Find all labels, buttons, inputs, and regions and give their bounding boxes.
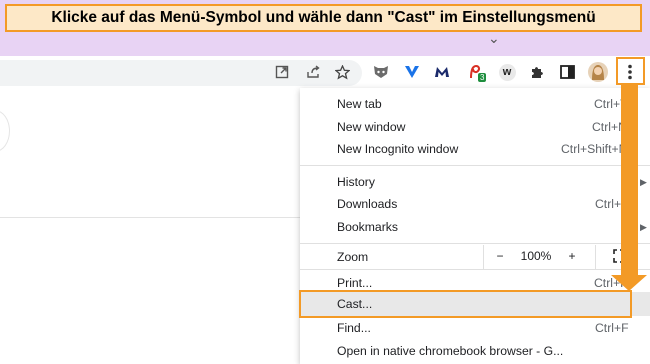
menu-divider: [300, 269, 650, 270]
cast-callout-box: [299, 290, 632, 318]
instruction-banner: Klicke auf das Menü-Symbol und wähle dan…: [5, 4, 642, 32]
ext-w-icon[interactable]: w: [497, 62, 517, 82]
zoom-level: 100%: [520, 249, 552, 263]
ext-fox-icon[interactable]: [371, 62, 391, 82]
side-panel-icon[interactable]: [557, 62, 577, 82]
ext-m-icon[interactable]: [432, 62, 452, 82]
extensions-puzzle-icon[interactable]: [527, 62, 547, 82]
browser-toolbar: 3 w: [0, 56, 650, 91]
page-content: [0, 90, 300, 364]
menu-item-new-incognito[interactable]: New Incognito window Ctrl+Shift+N: [300, 138, 650, 160]
zoom-out-button[interactable]: −: [490, 245, 510, 267]
callout-arrow-shaft: [621, 85, 638, 275]
callout-arrow-head: [611, 275, 647, 291]
ext-pdf-icon[interactable]: 3: [466, 62, 487, 82]
chevron-down-icon[interactable]: ⌄: [488, 30, 500, 47]
bookmark-star-icon[interactable]: [332, 62, 352, 82]
share-icon[interactable]: [303, 62, 323, 82]
chevron-right-icon: ▶: [640, 176, 647, 187]
kebab-callout-box: [616, 57, 645, 85]
menu-item-find[interactable]: Find... Ctrl+F: [300, 317, 650, 339]
chevron-right-icon: ▶: [640, 221, 647, 232]
menu-item-bookmarks[interactable]: Bookmarks ▶: [300, 216, 650, 238]
page-divider: [0, 217, 300, 218]
zoom-in-button[interactable]: +: [562, 245, 582, 267]
menu-item-new-tab[interactable]: New tab Ctrl+T: [300, 93, 650, 115]
ext-badge-count: 3: [478, 73, 487, 82]
ext-vpn-icon[interactable]: [402, 62, 422, 82]
menu-item-new-window[interactable]: New window Ctrl+N: [300, 116, 650, 138]
menu-item-open-native[interactable]: Open in native chromebook browser - G...: [300, 340, 650, 362]
menu-item-downloads[interactable]: Downloads Ctrl+J: [300, 193, 650, 215]
menu-divider: [300, 165, 650, 166]
banner-text: Klicke auf das Menü-Symbol und wähle dan…: [51, 9, 596, 26]
menu-divider: [300, 243, 650, 244]
profile-avatar[interactable]: [588, 62, 608, 82]
menu-item-history[interactable]: History ▶: [300, 171, 650, 193]
menu-item-zoom: Zoom − 100% +: [300, 245, 650, 269]
open-in-app-icon[interactable]: [272, 62, 292, 82]
